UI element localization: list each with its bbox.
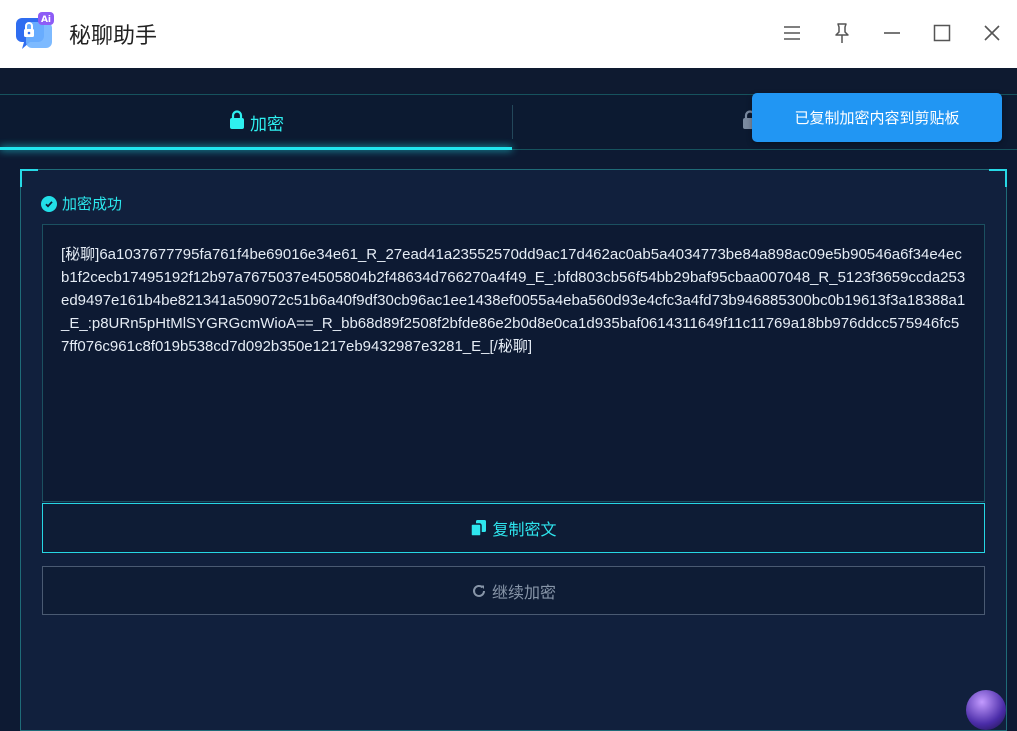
panel-corner-decoration (20, 169, 38, 187)
title-bar: Ai 秘聊助手 (0, 0, 1017, 68)
maximize-icon (933, 24, 951, 42)
close-icon (984, 25, 1000, 41)
copy-icon (470, 519, 487, 537)
menu-button[interactable] (779, 20, 805, 46)
header-strip (0, 68, 1017, 94)
status-text: 加密成功 (62, 195, 123, 213)
app-title: 秘聊助手 (69, 24, 158, 49)
minimize-button[interactable] (879, 20, 905, 46)
ciphertext-output[interactable]: [秘聊]6a1037677795fa761f4be69016e34e61_R_2… (42, 224, 985, 502)
continue-encrypt-label: 继续加密 (491, 582, 556, 602)
copy-ciphertext-label: 复制密文 (492, 520, 557, 539)
status-message: 加密成功 (41, 193, 122, 214)
minimize-icon (884, 32, 900, 34)
app-logo-badge: Ai (41, 15, 51, 25)
lock-icon (228, 109, 246, 135)
assistant-orb-icon[interactable] (966, 690, 1006, 730)
close-button[interactable] (979, 20, 1005, 46)
tab-encrypt[interactable]: 加密 (0, 95, 512, 150)
continue-encrypt-button[interactable]: 继续加密 (42, 566, 985, 615)
app-logo-icon: Ai (14, 12, 54, 52)
panel-corner-decoration (989, 169, 1007, 187)
refresh-icon (471, 583, 487, 599)
maximize-button[interactable] (929, 20, 955, 46)
pin-button[interactable] (829, 20, 855, 46)
menu-icon (784, 26, 800, 40)
tab-encrypt-label: 加密 (250, 114, 284, 135)
copy-ciphertext-button[interactable]: 复制密文 (42, 503, 985, 553)
check-circle-icon (41, 195, 57, 212)
pin-icon (835, 23, 849, 43)
copied-toast: 已复制加密内容到剪贴板 (752, 93, 1002, 142)
